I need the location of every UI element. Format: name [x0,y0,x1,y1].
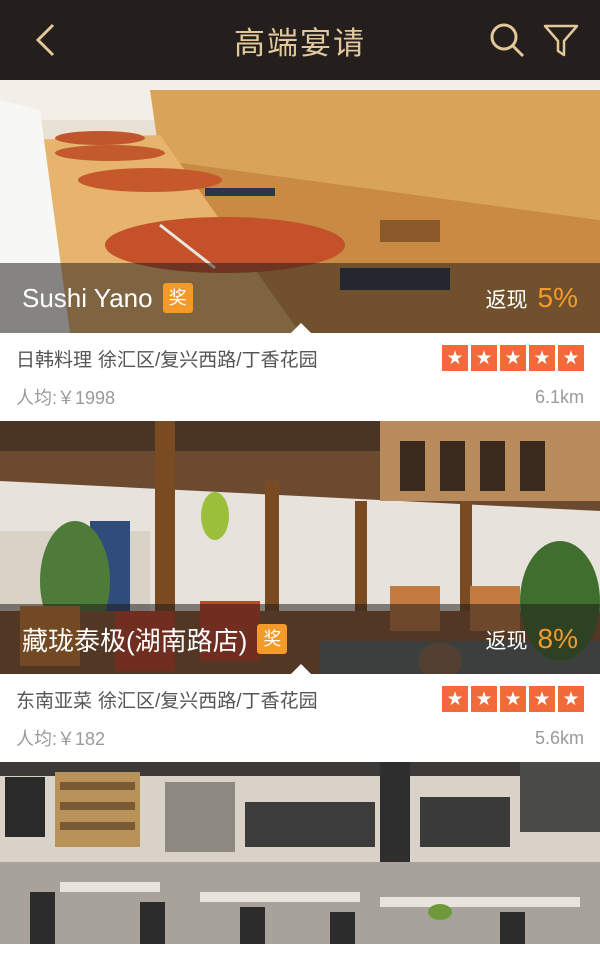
cashback-percent: 8% [537,623,578,654]
star-rating: ★ ★ ★ ★ ★ [442,345,584,371]
restaurant-photo[interactable] [0,762,600,944]
star-icon: ★ [500,686,526,712]
star-icon: ★ [442,345,468,371]
restaurant-photo[interactable]: 藏珑泰极(湖南路店) 奖 返现 8% [0,421,600,674]
award-badge: 奖 [257,624,288,654]
restaurant-card[interactable]: 藏珑泰极(湖南路店) 奖 返现 8% 东南亚菜 徐汇区/复兴西路/丁香花园 ★ … [0,421,600,762]
restaurant-card[interactable] [0,762,600,944]
restaurant-photo[interactable]: Sushi Yano 奖 返现 5% [0,80,600,333]
cashback-percent: 5% [537,282,578,313]
filter-button[interactable] [526,0,596,80]
app-header: 高端宴请 [0,0,600,80]
star-icon: ★ [471,686,497,712]
cafe-interior-image [0,762,600,944]
average-price: 人均:￥182 [16,729,106,749]
back-arrow-icon [35,23,55,57]
location-area: 徐汇区/复兴西路/丁香花园 [98,690,318,712]
card-pointer [290,323,312,333]
location-area: 徐汇区/复兴西路/丁香花园 [98,349,318,371]
back-button[interactable] [10,0,80,80]
cuisine-type: 日韩料理 [16,349,93,371]
restaurant-info: 日韩料理 徐汇区/复兴西路/丁香花园 ★ ★ ★ ★ ★ 人均:￥1998 6.… [0,333,600,421]
star-rating: ★ ★ ★ ★ ★ [442,686,584,712]
restaurant-name: 藏珑泰极(湖南路店) [22,625,248,656]
average-price: 人均:￥1998 [16,388,116,408]
distance: 6.1km [534,386,584,407]
cashback-label: 返现 [485,289,528,312]
star-icon: ★ [500,345,526,371]
star-icon: ★ [442,686,468,712]
cuisine-type: 东南亚菜 [16,690,93,712]
award-badge: 奖 [162,283,193,313]
page-title: 高端宴请 [234,25,366,61]
cashback: 返现 5% [486,282,578,314]
cashback: 返现 8% [486,623,578,655]
card-pointer [290,664,312,674]
restaurant-card[interactable]: Sushi Yano 奖 返现 5% 日韩料理 徐汇区/复兴西路/丁香花园 ★ … [0,80,600,421]
restaurant-info: 东南亚菜 徐汇区/复兴西路/丁香花园 ★ ★ ★ ★ ★ 人均:￥182 5.6… [0,674,600,762]
distance: 5.6km [534,727,584,748]
star-icon: ★ [529,686,555,712]
cashback-label: 返现 [485,630,528,653]
star-icon: ★ [558,686,584,712]
star-icon: ★ [529,345,555,371]
filter-icon [543,24,579,57]
restaurant-name: Sushi Yano [22,282,153,313]
star-icon: ★ [558,345,584,371]
search-icon [490,23,525,58]
star-icon: ★ [471,345,497,371]
